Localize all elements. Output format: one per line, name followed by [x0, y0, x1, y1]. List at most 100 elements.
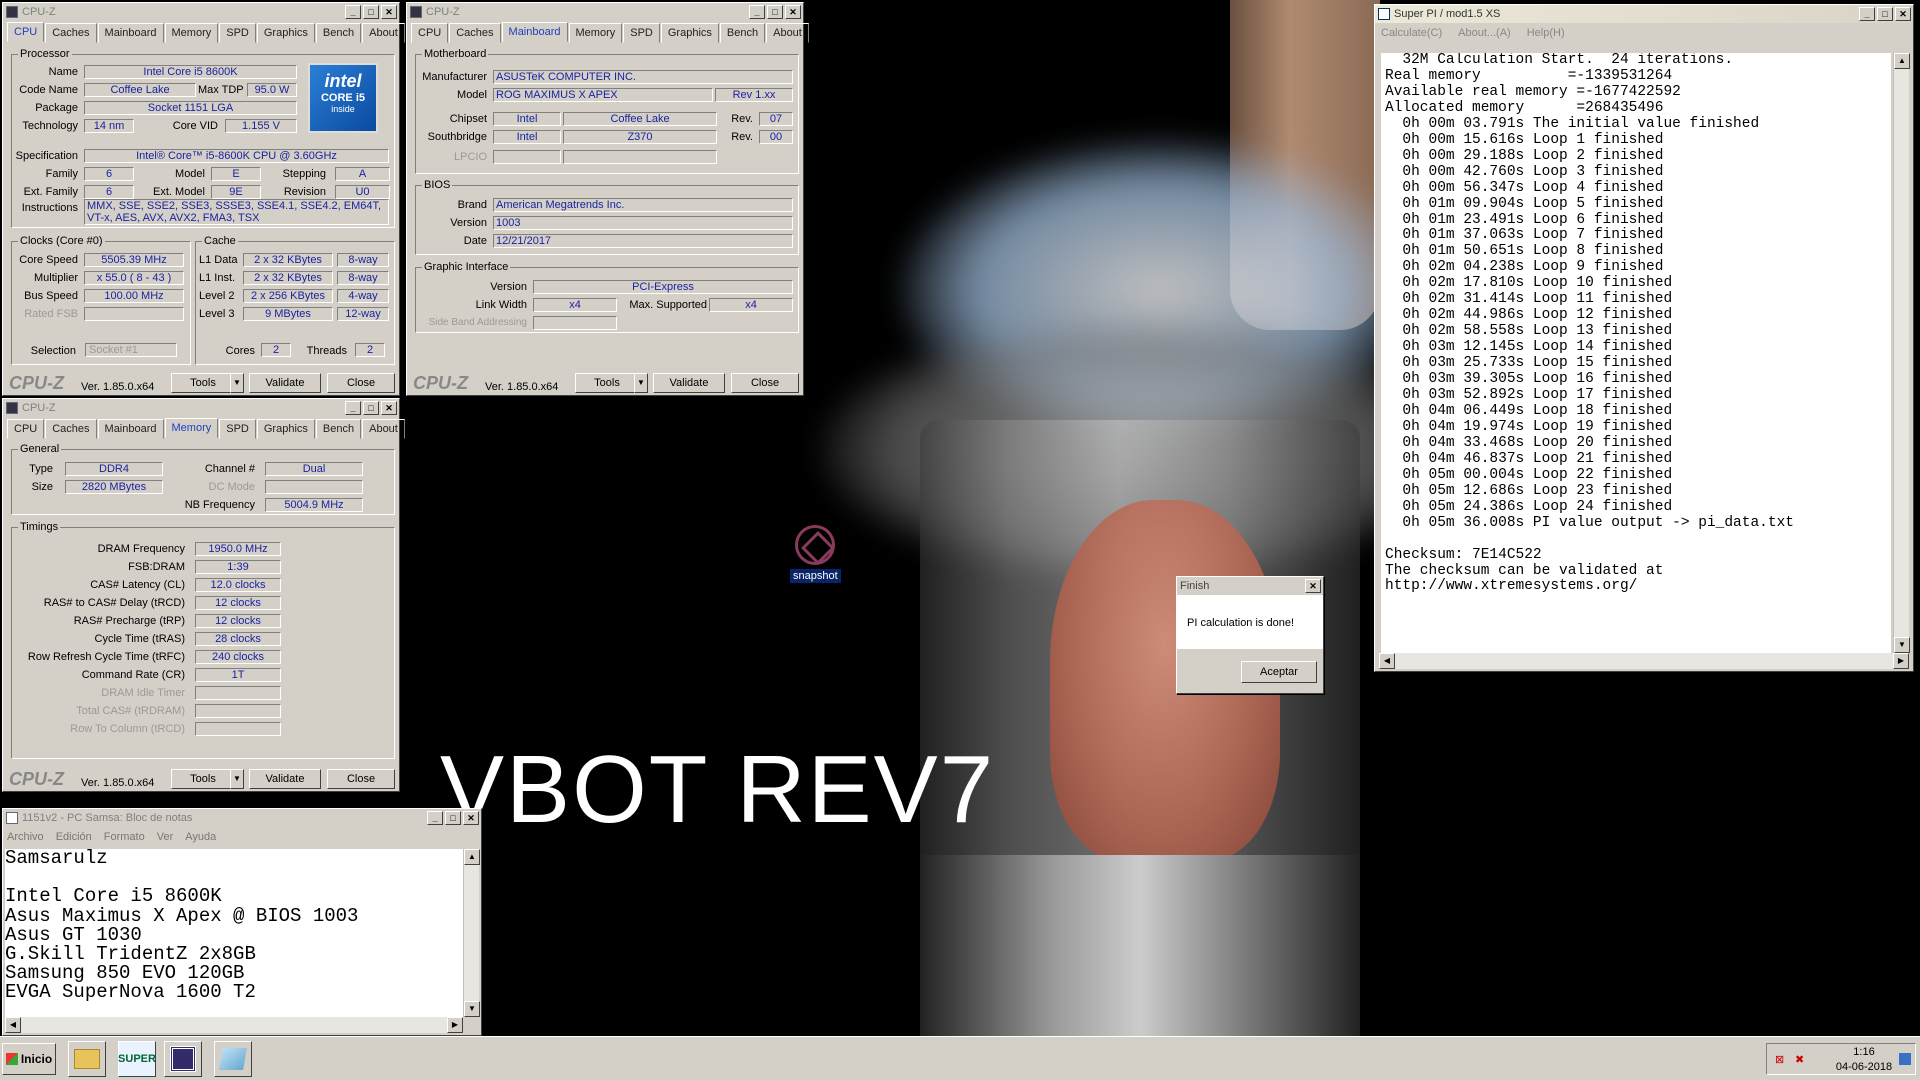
start-button[interactable]: Inicio	[2, 1043, 56, 1075]
scroll-down-icon[interactable]: ▼	[464, 1001, 480, 1017]
tab-about[interactable]: About	[766, 23, 809, 43]
close-icon[interactable]: ✕	[785, 5, 801, 19]
tab-memory[interactable]: Memory	[164, 418, 219, 438]
close-icon[interactable]: ✕	[463, 811, 479, 825]
taskbar-superpi[interactable]: SUPER	[118, 1041, 156, 1077]
tab-about[interactable]: About	[362, 419, 405, 439]
tab-mainboard[interactable]: Mainboard	[501, 22, 568, 42]
tab-memory[interactable]: Memory	[568, 23, 623, 43]
taskbar-explorer[interactable]	[68, 1041, 106, 1077]
value-codename: Coffee Lake	[84, 83, 196, 97]
tab-graphics[interactable]: Graphics	[660, 23, 719, 43]
volume-muted-icon[interactable]: ✖	[1795, 1053, 1804, 1066]
group-title: Processor	[20, 48, 70, 60]
scroll-left-icon[interactable]: ◀	[5, 1017, 21, 1033]
close-icon[interactable]: ✕	[1305, 579, 1321, 593]
minimize-button[interactable]: _	[749, 5, 765, 19]
output-line: Checksum: 7E14C522	[1385, 546, 1542, 563]
tab-bench[interactable]: Bench	[315, 23, 362, 43]
menu-formato[interactable]: Formato	[104, 831, 145, 843]
desktop-icon-snapshot[interactable]: snapshot	[790, 525, 841, 583]
validate-button[interactable]: Validate	[249, 769, 321, 789]
vertical-scrollbar[interactable]: ▲ ▼	[463, 849, 480, 1017]
tab-memory[interactable]: Memory	[164, 23, 219, 43]
tools-dropdown-arrow-icon[interactable]: ▼	[230, 769, 244, 789]
maximize-button[interactable]: □	[363, 401, 379, 415]
scroll-down-icon[interactable]: ▼	[1894, 637, 1910, 653]
close-button[interactable]: Close	[731, 373, 799, 393]
accept-button[interactable]: Aceptar	[1241, 661, 1317, 683]
menu-about[interactable]: About...(A)	[1458, 27, 1511, 39]
show-desktop-icon[interactable]	[1899, 1053, 1911, 1065]
tab-spd[interactable]: SPD	[219, 419, 256, 439]
value-model: E	[211, 167, 261, 181]
close-icon[interactable]: ✕	[381, 401, 397, 415]
menu-ver[interactable]: Ver	[157, 831, 174, 843]
scroll-up-icon[interactable]: ▲	[1894, 53, 1910, 69]
tab-mainboard[interactable]: Mainboard	[97, 419, 164, 439]
tab-caches[interactable]: Caches	[449, 23, 501, 43]
network-error-icon[interactable]: ⊠	[1775, 1053, 1787, 1066]
tab-cpu[interactable]: CPU	[7, 419, 45, 439]
minimize-button[interactable]: _	[345, 5, 361, 19]
label-corespeed: Core Speed	[19, 254, 78, 266]
horizontal-scrollbar[interactable]: ◀ ▶	[5, 1017, 463, 1033]
clock-time[interactable]: 1:16	[1839, 1046, 1889, 1058]
scroll-right-icon[interactable]: ▶	[1893, 653, 1909, 669]
minimize-button[interactable]: _	[1859, 7, 1875, 21]
label-channel: Channel #	[204, 463, 255, 475]
cpuz-app-icon	[6, 6, 18, 18]
tools-button[interactable]: Tools	[575, 373, 639, 393]
tab-mainboard[interactable]: Mainboard	[97, 23, 164, 43]
maximize-button[interactable]: □	[767, 5, 783, 19]
tab-about[interactable]: About	[362, 23, 405, 43]
horizontal-scrollbar[interactable]: ◀ ▶	[1379, 653, 1909, 669]
tab-graphics[interactable]: Graphics	[256, 419, 315, 439]
close-icon[interactable]: ✕	[381, 5, 397, 19]
validate-button[interactable]: Validate	[249, 373, 321, 393]
close-button[interactable]: Close	[327, 769, 395, 789]
scroll-up-icon[interactable]: ▲	[464, 849, 480, 865]
tab-caches[interactable]: Caches	[45, 23, 97, 43]
value-l1i-way: 8-way	[337, 271, 389, 285]
minimize-button[interactable]: _	[345, 401, 361, 415]
tab-graphics[interactable]: Graphics	[256, 23, 315, 43]
tab-cpu[interactable]: CPU	[7, 22, 45, 42]
menu-ayuda[interactable]: Ayuda	[185, 831, 216, 843]
tools-dropdown-arrow-icon[interactable]: ▼	[634, 373, 648, 393]
tab-spd[interactable]: SPD	[623, 23, 660, 43]
menu-calculate[interactable]: Calculate(C)	[1381, 27, 1442, 39]
close-button[interactable]: Close	[327, 373, 395, 393]
clock-date[interactable]: 04-06-2018	[1831, 1061, 1897, 1073]
value-spec: Intel® Core™ i5-8600K CPU @ 3.60GHz	[84, 149, 389, 163]
tab-caches[interactable]: Caches	[45, 419, 97, 439]
maximize-button[interactable]: □	[363, 5, 379, 19]
selection-dropdown[interactable]: Socket #1	[85, 343, 177, 357]
cpuz-app-icon	[6, 402, 18, 414]
tools-button[interactable]: Tools	[171, 769, 235, 789]
tab-cpu[interactable]: CPU	[411, 23, 449, 43]
close-icon[interactable]: ✕	[1895, 7, 1911, 21]
value-extmodel: 9E	[211, 185, 261, 199]
menu-bar: Archivo Edición Formato Ver Ayuda	[3, 827, 481, 847]
minimize-button[interactable]: _	[427, 811, 443, 825]
tab-bench[interactable]: Bench	[315, 419, 362, 439]
vertical-scrollbar[interactable]: ▲ ▼	[1893, 53, 1910, 653]
tools-dropdown-arrow-icon[interactable]: ▼	[230, 373, 244, 393]
maximize-button[interactable]: □	[1877, 7, 1893, 21]
menu-archivo[interactable]: Archivo	[7, 831, 44, 843]
group-title: Graphic Interface	[424, 261, 509, 273]
scroll-left-icon[interactable]: ◀	[1379, 653, 1395, 669]
scroll-right-icon[interactable]: ▶	[447, 1017, 463, 1033]
validate-button[interactable]: Validate	[653, 373, 725, 393]
maximize-button[interactable]: □	[445, 811, 461, 825]
tools-button[interactable]: Tools	[171, 373, 235, 393]
taskbar-cpuz[interactable]	[164, 1041, 202, 1077]
notepad-text-area[interactable]: Samsarulz Intel Core i5 8600K Asus Maximu…	[5, 849, 463, 1017]
taskbar-notepad[interactable]	[214, 1041, 252, 1077]
menu-help[interactable]: Help(H)	[1527, 27, 1565, 39]
value-stepping: A	[335, 167, 390, 181]
menu-edicion[interactable]: Edición	[56, 831, 92, 843]
tab-bench[interactable]: Bench	[719, 23, 766, 43]
tab-spd[interactable]: SPD	[219, 23, 256, 43]
